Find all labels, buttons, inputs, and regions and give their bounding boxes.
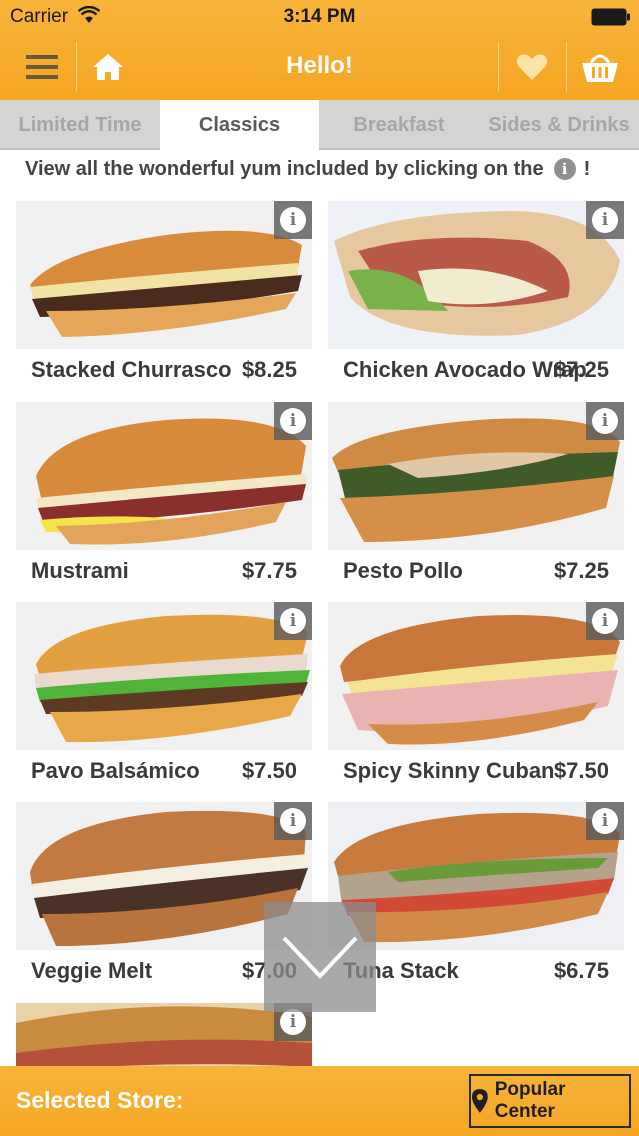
item-name: Pavo Balsámico (31, 758, 200, 783)
menu-item-card[interactable]: i (16, 1003, 312, 1066)
sandwich-photo (328, 602, 624, 750)
navbar: Hello! (0, 34, 639, 100)
sandwich-photo (16, 201, 312, 349)
info-icon: i (592, 207, 618, 233)
menu-item-card[interactable]: i Stacked Churrasco $8.25 (16, 201, 312, 391)
info-icon: i (280, 207, 306, 233)
menu-item-card[interactable]: i Chicken Avocado Wrap $7.25 (328, 201, 624, 391)
info-icon: i (592, 608, 618, 634)
app-header: Carrier 3:14 PM Hello! (0, 0, 639, 100)
menu-item-card[interactable]: i Pesto Pollo $7.25 (328, 402, 624, 592)
item-name: Mustrami (31, 558, 129, 583)
item-price: $7.25 (553, 357, 609, 382)
info-hint-suffix: ! (583, 157, 591, 180)
item-info-button[interactable]: i (274, 802, 312, 840)
basket-icon (582, 54, 618, 82)
tab-sides-drinks[interactable]: Sides & Drinks (479, 100, 639, 150)
item-name: Spicy Skinny Cuban (343, 758, 555, 783)
info-icon: i (592, 408, 618, 434)
info-icon: i (280, 608, 306, 634)
item-info-button[interactable]: i (274, 201, 312, 239)
location-pin-icon (471, 1089, 488, 1113)
nav-divider (566, 42, 567, 92)
status-bar: Carrier 3:14 PM (0, 0, 639, 34)
item-price: $8.25 (241, 357, 297, 382)
info-hint-text: View all the wonderful yum included by c… (25, 157, 544, 180)
info-icon: i (280, 408, 306, 434)
menu-item-card[interactable]: i Mustrami $7.75 (16, 402, 312, 592)
item-price: $7.50 (553, 758, 609, 783)
cart-button[interactable] (572, 34, 628, 100)
item-info-button[interactable]: i (586, 402, 624, 440)
item-name: Veggie Melt (31, 958, 153, 983)
item-name: Pesto Pollo (343, 558, 463, 583)
item-price: $7.75 (241, 558, 297, 583)
item-price: $7.50 (241, 758, 297, 783)
item-info-button[interactable]: i (274, 602, 312, 640)
sandwich-photo (328, 201, 624, 349)
tab-classics[interactable]: Classics (160, 100, 319, 150)
item-name: Stacked Churrasco (31, 357, 232, 382)
sandwich-photo (16, 402, 312, 550)
store-footer: Selected Store: Popular Center (0, 1066, 639, 1136)
chevron-down-icon (282, 936, 358, 979)
info-icon: i (280, 1009, 306, 1035)
item-name: Chicken Avocado Wrap (343, 357, 587, 382)
info-icon: i (280, 808, 306, 834)
nav-divider (498, 42, 499, 92)
item-price: $6.75 (553, 958, 609, 983)
favorites-button[interactable] (504, 34, 560, 100)
info-icon: i (592, 808, 618, 834)
item-info-button[interactable]: i (274, 402, 312, 440)
selected-store-label: Selected Store: (16, 1087, 184, 1113)
tab-breakfast[interactable]: Breakfast (319, 100, 479, 150)
status-time: 3:14 PM (283, 6, 356, 27)
category-tabs: Limited Time Classics Breakfast Sides & … (0, 100, 639, 150)
menu-item-card[interactable]: i Spicy Skinny Cuban $7.50 (328, 602, 624, 792)
battery-icon (591, 8, 630, 26)
store-name: Popular Center (494, 1079, 566, 1122)
menu-item-card[interactable]: i Pavo Balsámico $7.50 (16, 602, 312, 792)
store-select-button[interactable]: Popular Center (469, 1074, 631, 1128)
item-info-button[interactable]: i (586, 802, 624, 840)
item-info-button[interactable]: i (586, 602, 624, 640)
heart-icon (516, 54, 548, 80)
sandwich-photo (16, 602, 312, 750)
tab-limited-time[interactable]: Limited Time (0, 100, 160, 150)
info-hint: View all the wonderful yum included by c… (25, 156, 625, 182)
info-icon: i (553, 158, 576, 180)
item-price: $7.25 (553, 558, 609, 583)
sandwich-photo (16, 1003, 312, 1066)
sandwich-photo (328, 402, 624, 550)
item-info-button[interactable]: i (586, 201, 624, 239)
scroll-down-button[interactable] (264, 902, 376, 1012)
